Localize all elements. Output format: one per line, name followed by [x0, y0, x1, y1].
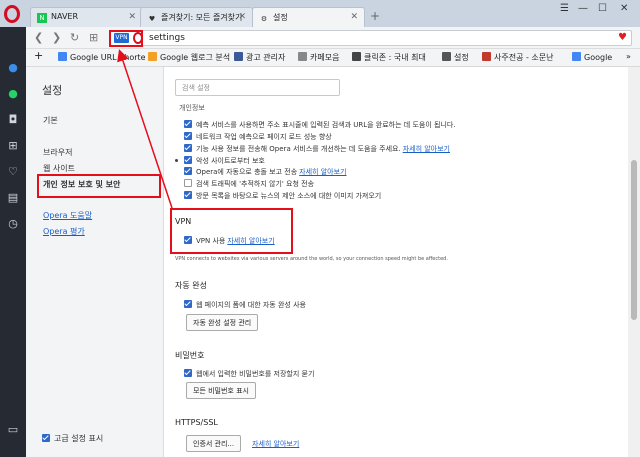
camera-icon[interactable]: ◘: [6, 113, 20, 127]
close-icon[interactable]: ✕: [128, 12, 136, 22]
advanced-settings-toggle[interactable]: 고급 설정 표시: [42, 433, 103, 444]
bullet-icon: [175, 159, 178, 162]
learn-more-link[interactable]: 자세히 알아보기: [299, 168, 346, 176]
facebook-icon: [234, 52, 243, 61]
tab-naver[interactable]: N NAVER ✕: [30, 7, 143, 27]
privacy-option[interactable]: 네트워크 작업 예측으로 페이지 로드 성능 향상: [184, 132, 332, 142]
minimize-button[interactable]: —: [578, 3, 588, 14]
naver-icon: N: [37, 13, 47, 23]
learn-more-link[interactable]: 자세히 알아보기: [403, 145, 450, 153]
gear-icon: [442, 52, 451, 61]
privacy-option[interactable]: Opera에 자동으로 충돌 보고 전송 자세히 알아보기: [184, 167, 346, 177]
reload-icon[interactable]: ↻: [70, 31, 79, 44]
checkbox[interactable]: [184, 167, 192, 175]
history-icon[interactable]: ◷: [6, 217, 20, 231]
autofill-option[interactable]: 웹 페이지의 폼에 대한 자동 완성 사용: [184, 300, 306, 310]
back-icon[interactable]: ❮: [34, 31, 43, 44]
maximize-button[interactable]: ☐: [598, 3, 607, 14]
forward-icon[interactable]: ❯: [52, 31, 61, 44]
site-icon: [482, 52, 491, 61]
bookmark-item[interactable]: Google: [572, 52, 612, 62]
advanced-checkbox[interactable]: [42, 434, 50, 442]
checkbox[interactable]: [184, 191, 192, 199]
tab-settings[interactable]: ⚙ 설정 ✕: [252, 7, 365, 27]
add-bookmark-button[interactable]: +: [34, 49, 43, 62]
checkbox[interactable]: [184, 156, 192, 164]
folder-icon: [298, 52, 307, 61]
nav-item-websites[interactable]: 웹 사이트: [43, 163, 75, 174]
tab-menu-icon[interactable]: ☰: [560, 3, 569, 14]
show-passwords-button[interactable]: 모든 비밀번호 표시: [186, 382, 256, 399]
news-icon[interactable]: ▤: [6, 191, 20, 205]
opera-menu-icon[interactable]: [4, 5, 20, 23]
autofill-checkbox[interactable]: [184, 300, 192, 308]
nav-item-basic[interactable]: 기본: [43, 115, 58, 126]
close-icon[interactable]: ✕: [238, 12, 246, 22]
bookmark-item[interactable]: 광고 관리자: [234, 52, 285, 63]
bookmark-item[interactable]: 설정: [442, 52, 469, 63]
https-heading: HTTPS/SSL: [175, 418, 218, 427]
google-icon: [572, 52, 581, 61]
whatsapp-icon[interactable]: ●: [6, 87, 20, 101]
passwords-heading: 비밀번호: [175, 351, 205, 360]
settings-nav: 설정 기본 브라우저 웹 사이트 개인 정보 보호 및 보안 Opera 도움말…: [26, 67, 164, 457]
checkbox[interactable]: [184, 144, 192, 152]
annotation-box-vpn-option: [170, 208, 293, 254]
more-bookmarks-icon[interactable]: »: [626, 52, 631, 61]
heart-icon: ♥: [148, 15, 156, 23]
analytics-icon: [148, 52, 157, 61]
scrollbar-thumb[interactable]: [631, 160, 637, 320]
passwords-option[interactable]: 웹에서 입력한 비밀번호를 저장할지 묻기: [184, 369, 314, 379]
new-tab-button[interactable]: +: [370, 9, 380, 23]
bookmark-item[interactable]: Google URL Shorte: [58, 52, 146, 62]
checkbox[interactable]: [184, 179, 192, 187]
checkbox[interactable]: [184, 132, 192, 140]
settings-title: 설정: [42, 84, 63, 97]
page-icon: [352, 52, 361, 61]
opera-sidebar: ● ● ◘ ⊞ ♡ ▤ ◷ ▭: [0, 27, 26, 457]
gear-icon: ⚙: [260, 15, 268, 23]
bookmark-item[interactable]: 카페모음: [298, 52, 339, 63]
google-icon: [58, 52, 67, 61]
privacy-option[interactable]: 방문 목록을 바탕으로 뉴스의 제안 소스에 대한 이미지 가져오기: [184, 191, 381, 201]
manage-autofill-button[interactable]: 자동 완성 설정 관리: [186, 314, 259, 331]
speed-dial-icon[interactable]: ⊞: [6, 139, 20, 153]
section-heading-clipped: 개인정보: [179, 104, 205, 112]
checkbox[interactable]: [184, 120, 192, 128]
bookmarks-heart-icon[interactable]: ♡: [6, 165, 20, 179]
privacy-option[interactable]: 예측 서비스를 사용하면 주소 표시줄에 입력된 검색과 URL을 완료하는 데…: [184, 120, 456, 130]
messenger-icon[interactable]: ●: [6, 61, 20, 75]
opera-help-link[interactable]: Opera 도움말: [43, 210, 92, 221]
bookmark-heart-icon[interactable]: ♥: [618, 32, 627, 43]
https-learn-more-link[interactable]: 자세히 알아보기: [252, 439, 299, 449]
bookmark-item[interactable]: Google 웹로그 분석: [148, 52, 230, 63]
vpn-note: VPN connects to websites via various ser…: [175, 256, 448, 262]
annotation-box-privacy-nav: [37, 174, 161, 198]
privacy-option[interactable]: 악성 사이트로부터 보호: [175, 156, 265, 166]
sidebar-toggle-icon[interactable]: ▭: [6, 423, 20, 437]
privacy-option[interactable]: 기능 사용 정보를 전송해 Opera 서비스를 개선하는 데 도움을 주세요.…: [184, 144, 450, 154]
url-text[interactable]: settings: [149, 33, 185, 43]
tabs-grid-icon[interactable]: ⊞: [89, 31, 98, 44]
bookmark-item[interactable]: 사주전공 - 소문난: [482, 52, 554, 63]
bookmark-item[interactable]: 클릭존 : 국내 최대: [352, 52, 426, 63]
autofill-heading: 자동 완성: [175, 281, 207, 290]
nav-item-browser[interactable]: 브라우저: [43, 147, 72, 158]
privacy-option[interactable]: 검색 트래픽에 '추적하지 않기' 요청 전송: [184, 179, 314, 189]
passwords-checkbox[interactable]: [184, 369, 192, 377]
annotation-box-vpn-badge: [109, 30, 143, 47]
opera-rate-link[interactable]: Opera 평가: [43, 226, 85, 237]
close-icon[interactable]: ✕: [350, 12, 358, 22]
bookmarks-bar: + Google URL Shorte Google 웹로그 분석 광고 관리자…: [26, 49, 640, 67]
close-window-button[interactable]: ✕: [620, 3, 628, 14]
url-field[interactable]: VPN settings ♥: [110, 30, 632, 46]
manage-certificates-button[interactable]: 인증서 관리...: [186, 435, 242, 452]
tab-strip: N NAVER ✕ ♥ 즐겨찾기: 모든 즐겨찾기 ✕ ⚙ 설정 ✕ + ☰ — ☐ …: [0, 0, 640, 27]
settings-content: 검색 설정 개인정보 예측 서비스를 사용하면 주소 표시줄에 입력된 검색과 …: [165, 67, 628, 457]
settings-search-input[interactable]: 검색 설정: [175, 79, 340, 96]
tab-bookmarks[interactable]: ♥ 즐겨찾기: 모든 즐겨찾기 ✕: [140, 7, 253, 27]
